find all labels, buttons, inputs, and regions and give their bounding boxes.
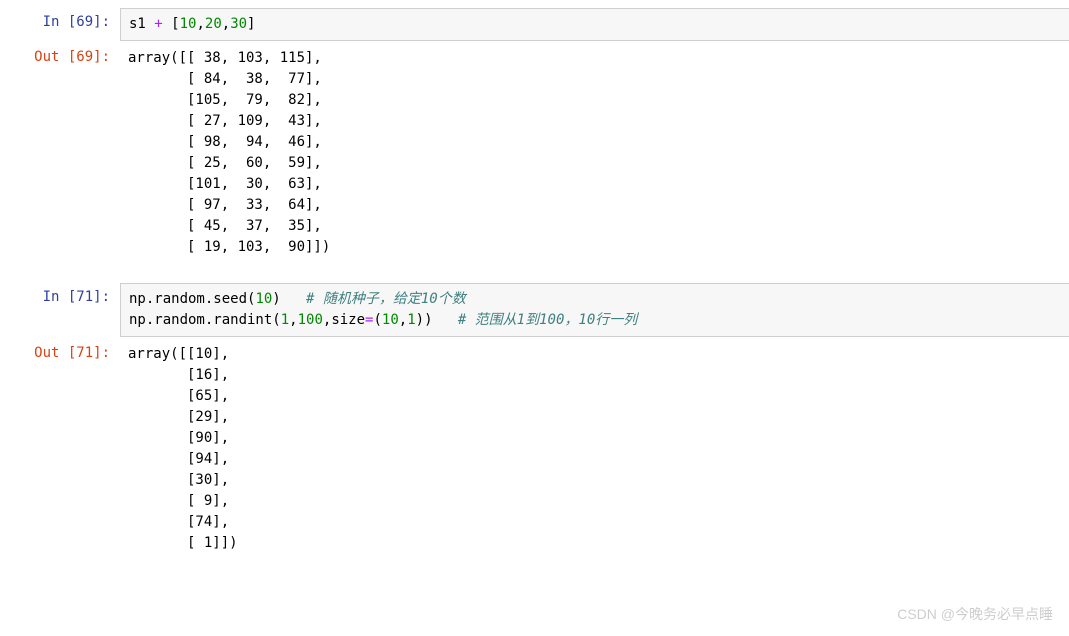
code-line: np.random.seed(10) # 随机种子，给定10个数 [129, 289, 1061, 310]
code-line: np.random.randint(1,100,size=(10,1)) # 范… [129, 310, 1061, 331]
output-cell: Out [71]:array([[10], [16], [65], [29], … [0, 339, 1069, 559]
code-input-area[interactable]: np.random.seed(10) # 随机种子，给定10个数np.rando… [120, 283, 1069, 337]
input-cell: In [71]:np.random.seed(10) # 随机种子，给定10个数… [0, 283, 1069, 337]
output-prompt: Out [71]: [0, 339, 120, 559]
code-line: s1 + [10,20,30] [129, 14, 1061, 35]
output-text: array([[ 38, 103, 115], [ 84, 38, 77], [… [120, 43, 1069, 263]
output-text: array([[10], [16], [65], [29], [90], [94… [120, 339, 1069, 559]
jupyter-notebook: In [69]: s1 + [10,20,30] Out [69]:array([[… [0, 8, 1069, 559]
input-prompt: In [71]: [0, 283, 120, 337]
code-input-area[interactable]: s1 + [10,20,30] [120, 8, 1069, 41]
output-prompt: Out [69]: [0, 43, 120, 263]
input-prompt: In [69]: [0, 8, 120, 41]
watermark-text: CSDN @今晚务必早点睡 [897, 604, 1053, 624]
input-cell: In [69]: s1 + [10,20,30] [0, 8, 1069, 41]
output-cell: Out [69]:array([[ 38, 103, 115], [ 84, 3… [0, 43, 1069, 263]
